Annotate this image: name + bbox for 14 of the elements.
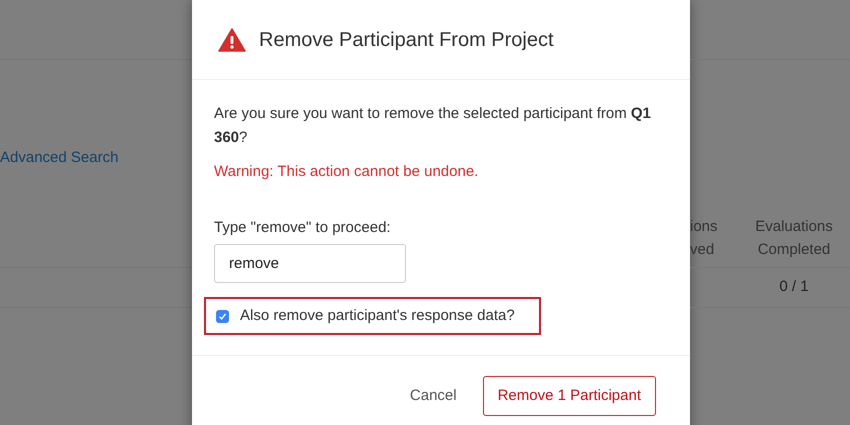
dialog-title: Remove Participant From Project: [259, 28, 554, 52]
warning-icon: [218, 28, 246, 52]
checkbox-label: Also remove participant's response data?: [240, 306, 515, 326]
remove-button[interactable]: Remove 1 Participant: [482, 376, 656, 416]
cancel-button[interactable]: Cancel: [394, 376, 473, 416]
table-cell-text: 0 / 1: [778, 277, 810, 298]
column-header: ions ved: [690, 217, 719, 260]
checkbox[interactable]: [216, 310, 229, 322]
confirmation-message: Are you sure you want to remove the selected participant from Q1 360?: [214, 104, 652, 148]
check-icon: [218, 312, 227, 320]
prompt-label: Type "remove" to proceed:: [214, 218, 392, 238]
warning-message: Warning: This action cannot be undone.: [214, 162, 480, 182]
column-header: Evaluations Completed: [754, 217, 834, 260]
confirmation-input[interactable]: remove: [214, 244, 406, 283]
